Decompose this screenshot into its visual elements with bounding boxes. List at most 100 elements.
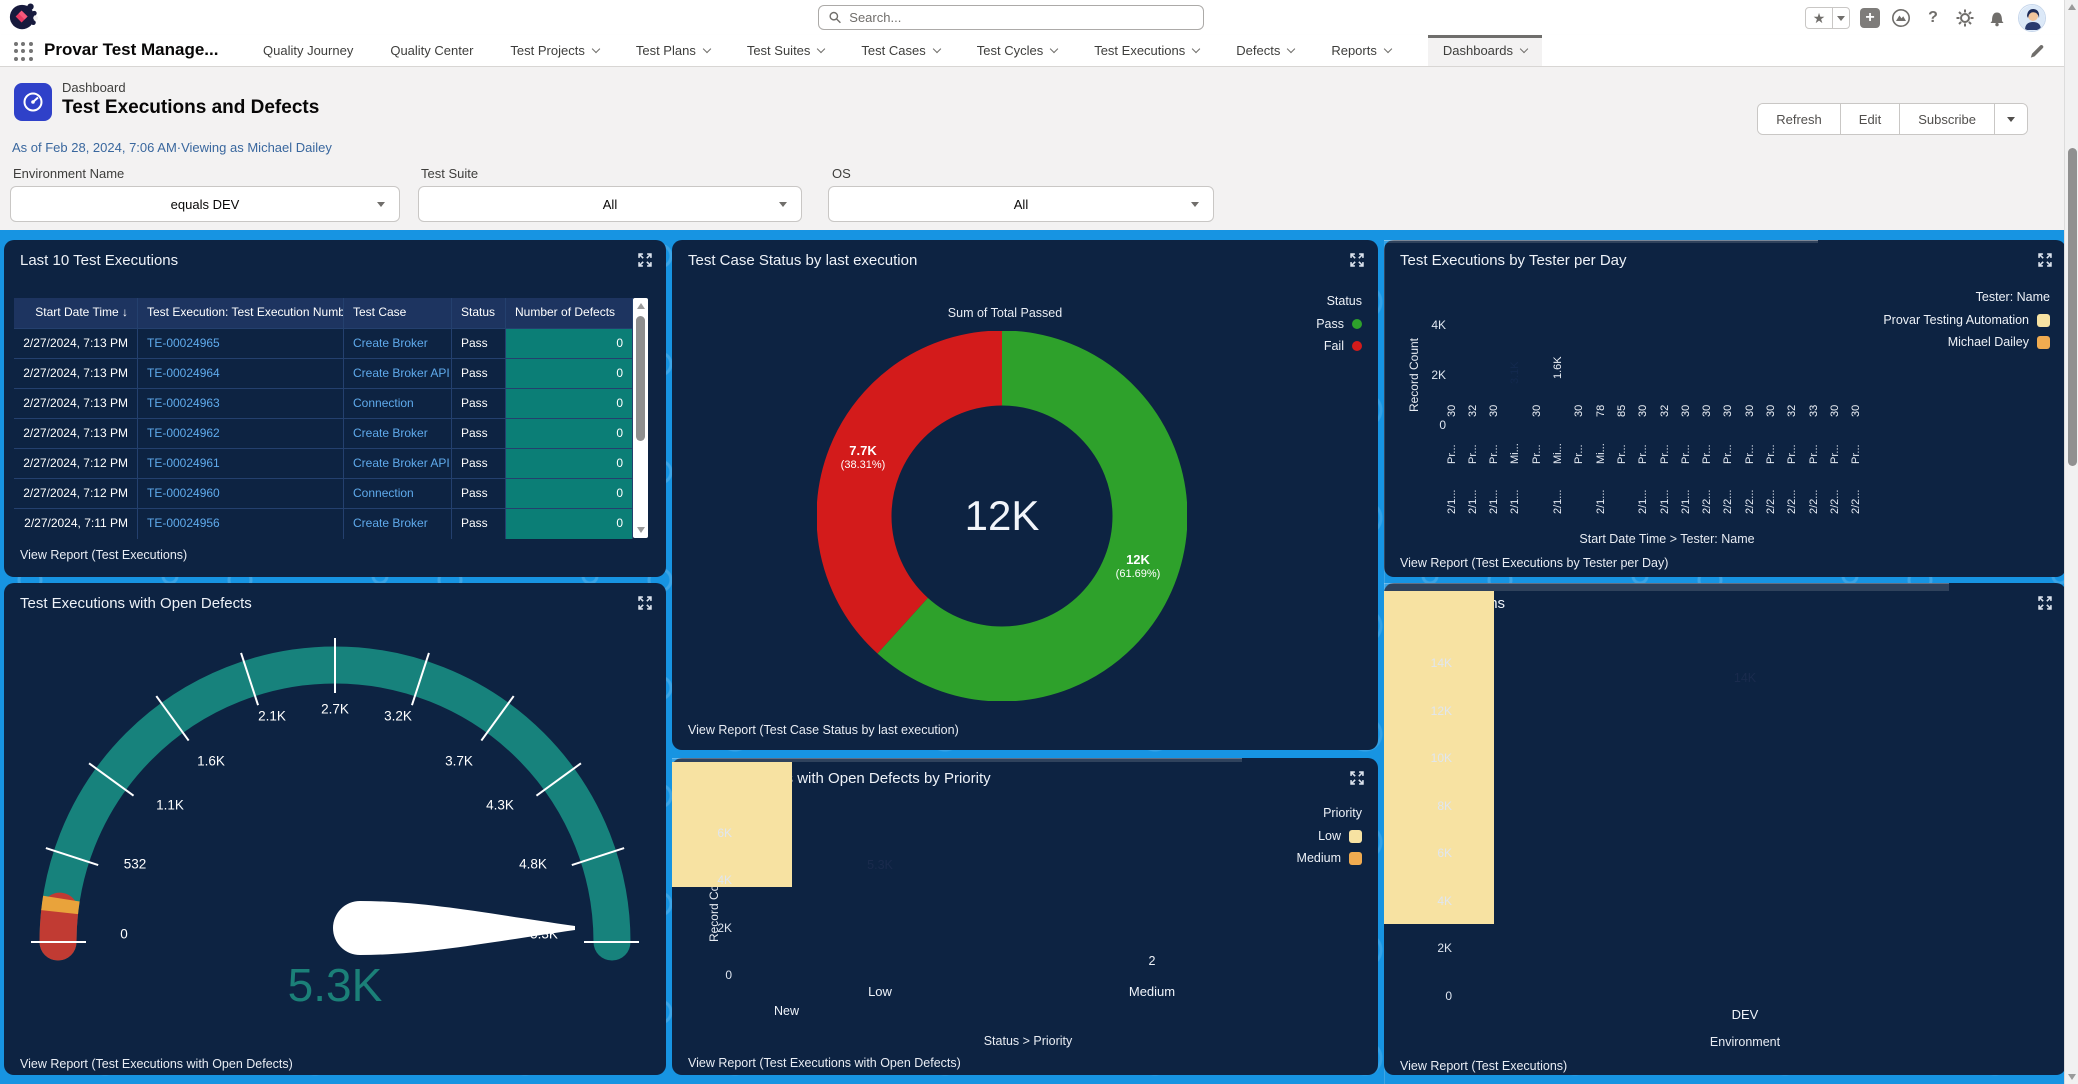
gauge-tick-label: 532 [124,857,147,872]
bar-value-label: 30 [1829,405,1841,417]
help-icon[interactable]: ? [1922,7,1944,29]
favorites-star-icon[interactable]: ★ [1806,8,1832,28]
test-execution-link[interactable]: TE-00024963 [147,396,220,410]
filter-environment-select[interactable]: equals DEV [10,186,400,222]
widget-test-executions-with-open-defects: Test Executions with Open Defects 05321.… [4,583,666,1075]
nav-tab-dashboards[interactable]: Dashboards [1428,35,1542,66]
chevron-down-icon [1384,45,1392,53]
status-cell: Pass [452,509,506,539]
defects-cell: 0 [506,419,633,449]
nav-tab-test-executions[interactable]: Test Executions [1094,35,1199,66]
scroll-down-icon[interactable] [637,527,645,533]
gauge-arc [58,911,60,942]
page-scrollbar-thumb[interactable] [2068,148,2077,466]
test-case-link[interactable]: Create Broker [353,336,428,350]
y-tick-label: 2K [1410,941,1452,955]
test-execution-link[interactable]: TE-00024956 [147,516,220,530]
test-execution-link[interactable]: TE-00024965 [147,336,220,350]
legend-item-pass[interactable]: Pass [1316,317,1362,331]
table-row: 2/27/2024, 7:13 PMTE-00024962Create Brok… [14,418,633,448]
expand-icon[interactable] [1350,253,1364,267]
chevron-down-icon [932,45,940,53]
test-case-link[interactable]: Create Broker [353,426,428,440]
column-header: Status [452,298,506,328]
table-scrollbar-thumb[interactable] [636,316,645,441]
bar-value-label: 30 [1744,405,1756,417]
table-row: 2/27/2024, 7:12 PMTE-00024961Create Brok… [14,448,633,478]
notifications-bell-icon[interactable] [1986,7,2008,29]
nav-tab-test-cycles[interactable]: Test Cycles [977,35,1057,66]
nav-tab-quality-journey[interactable]: Quality Journey [263,35,353,66]
nav-tab-defects[interactable]: Defects [1236,35,1294,66]
view-report-link[interactable]: View Report (Test Executions) [20,548,187,562]
nav-tab-test-cases[interactable]: Test Cases [861,35,939,66]
scroll-up-icon[interactable] [2068,4,2076,10]
gauge-tick-label: 2.7K [321,702,349,717]
test-case-link[interactable]: Create Broker API [353,456,450,470]
nav-tab-test-projects[interactable]: Test Projects [510,35,598,66]
subscribe-button[interactable]: Subscribe [1899,104,1994,134]
view-report-link[interactable]: View Report (Test Executions with Open D… [20,1057,293,1071]
execution-cell: TE-00024965 [138,329,344,359]
table-header: Start Date Time ↓Test Execution: Test Ex… [14,298,633,328]
filter-os-select[interactable]: All [828,186,1214,222]
app-launcher-icon[interactable] [14,42,33,61]
status-cell: Pass [452,449,506,479]
global-search[interactable] [818,5,1204,30]
chevron-down-icon [703,45,711,53]
x-tick-tester: Pr... [1467,444,1479,464]
trailhead-icon[interactable] [1890,7,1912,29]
nav-tab-test-plans[interactable]: Test Plans [636,35,710,66]
edit-nav-pencil-icon[interactable] [2028,42,2046,60]
test-case-link[interactable]: Create Broker [353,516,428,530]
nav-tab-quality-center[interactable]: Quality Center [390,35,473,66]
x-tick-date: 2/2... [1808,490,1820,514]
test-execution-link[interactable]: TE-00024961 [147,456,220,470]
setup-gear-icon[interactable] [1954,7,1976,29]
view-report-link[interactable]: View Report (Test Case Status by last ex… [688,723,959,737]
view-report-link[interactable]: View Report (Test Executions by Tester p… [1400,556,1668,570]
more-actions-dropdown[interactable] [1994,104,2027,134]
start-date-cell: 2/27/2024, 7:13 PM [14,359,138,389]
test-case-cell: Connection [344,479,452,509]
test-execution-link[interactable]: TE-00024964 [147,366,220,380]
defects-cell: 0 [506,509,633,539]
chevron-down-icon [1287,45,1295,53]
test-case-link[interactable]: Create Broker API [353,366,450,380]
bar[interactable] [672,762,792,887]
table-scrollbar[interactable] [633,298,648,538]
page-scrollbar[interactable] [2064,0,2078,1084]
x-tick-tester: Pr... [1701,444,1713,464]
x-axis-caption: Status > Priority [984,1034,1073,1048]
test-case-link[interactable]: Connection [353,396,414,410]
favorites-dropdown-icon[interactable] [1832,8,1849,28]
gauge-tick-label: 3.2K [384,709,412,724]
view-report-link[interactable]: View Report (Test Executions with Open D… [688,1056,961,1070]
legend-item-fail[interactable]: Fail [1316,339,1362,353]
bar-value-label: 30 [1637,405,1649,417]
nav-tab-test-suites[interactable]: Test Suites [747,35,825,66]
refresh-button[interactable]: Refresh [1758,104,1840,134]
y-tick-label: 10K [1410,751,1452,765]
search-input[interactable] [849,10,1193,25]
scroll-down-icon[interactable] [2068,1074,2076,1080]
donut-total: 12K [965,492,1040,540]
nav-tab-reports[interactable]: Reports [1331,35,1391,66]
test-case-link[interactable]: Connection [353,486,414,500]
test-execution-link[interactable]: TE-00024962 [147,426,220,440]
edit-button[interactable]: Edit [1840,104,1899,134]
user-avatar[interactable] [2018,4,2046,32]
x-tick-date: 2/2... [1765,490,1777,514]
scroll-up-icon[interactable] [637,303,645,309]
execution-cell: TE-00024961 [138,449,344,479]
x-tick-tester: Pr... [1680,444,1692,464]
start-date-cell: 2/27/2024, 7:12 PM [14,479,138,509]
x-tick-tester: Pr... [1446,444,1458,464]
global-actions-icon[interactable]: + [1860,8,1880,28]
test-execution-link[interactable]: TE-00024960 [147,486,220,500]
x-tick-date: 2/1... [1595,490,1607,514]
expand-icon[interactable] [638,253,652,267]
table-row: 2/27/2024, 7:13 PM TE-00024964 Create Brok… [14,358,633,388]
view-report-link[interactable]: View Report (Test Executions) [1400,1059,1567,1073]
filter-test-suite-select[interactable]: All [418,186,802,222]
